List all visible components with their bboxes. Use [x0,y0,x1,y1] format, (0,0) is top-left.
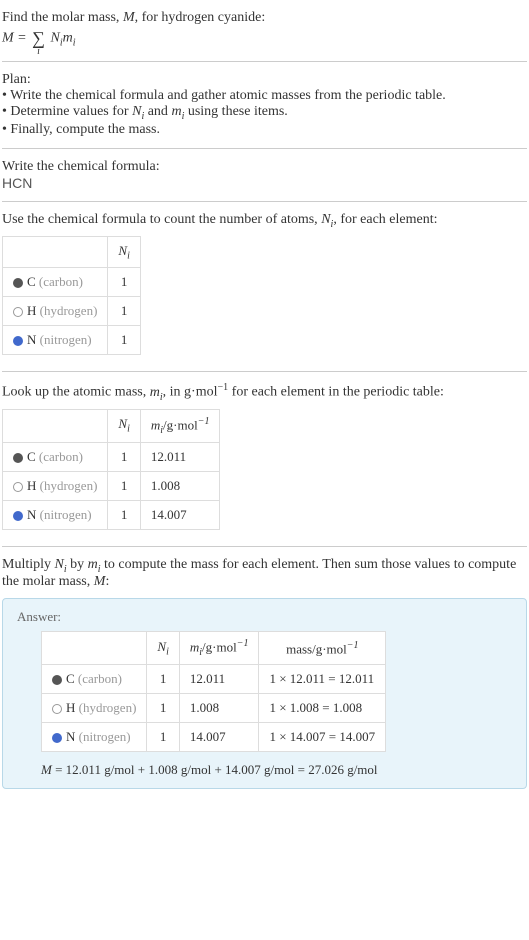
plan-item: Determine values for Ni and mi using the… [2,104,527,122]
carbon-dot-icon [13,278,23,288]
hydrogen-dot-icon [13,307,23,317]
m-value: 14.007 [140,500,220,529]
mass-value: 1 × 1.008 = 1.008 [259,694,386,723]
formula-m: m [63,31,73,46]
molar-mass-formula: M = ∑i Nimi [2,28,527,49]
formula-N: N [50,31,59,46]
formula-M: M [2,31,14,46]
step3-section: Look up the atomic mass, mi, in g·mol−1 … [2,376,527,541]
carbon-dot-icon [13,453,23,463]
nitrogen-dot-icon [13,511,23,521]
element-cell: C (carbon) [42,665,147,694]
header-N: Ni [108,236,140,268]
sum-sub: i [37,46,40,57]
plan-section: Plan: Write the chemical formula and gat… [2,66,527,144]
header-N: Ni [108,409,140,442]
sigma-icon: ∑ [32,28,45,48]
N-value: 1 [147,723,179,752]
mass-value: 1 × 12.011 = 12.011 [259,665,386,694]
element-cell: N (nitrogen) [42,723,147,752]
divider [2,61,527,62]
N-value: 1 [108,326,140,355]
plan-title: Plan: [2,72,527,88]
intro-text: Find the molar mass, [2,10,123,25]
step4-text: Multiply Ni by mi to compute the mass fo… [2,557,527,591]
element-cell: N (nitrogen) [3,326,108,355]
step3-text: Look up the atomic mass, mi, in g·mol−1 … [2,382,527,402]
m-value: 1.008 [140,471,220,500]
divider [2,148,527,149]
table-row: C (carbon) 1 [3,268,141,297]
table-header-row: Ni mi/g·mol−1 [3,409,220,442]
empty-header [3,409,108,442]
hydrogen-dot-icon [13,482,23,492]
step2-text: Use the chemical formula to count the nu… [2,212,527,230]
empty-header [3,236,108,268]
table-row: N (nitrogen) 1 [3,326,141,355]
N-value: 1 [108,442,140,471]
N-value: 1 [108,500,140,529]
element-cell: H (hydrogen) [42,694,147,723]
divider [2,546,527,547]
table-row: C (carbon) 1 12.011 [3,442,220,471]
step1-title: Write the chemical formula: [2,159,527,175]
intro-text-end: , for hydrogen cyanide: [135,10,266,25]
atomic-mass-table: Ni mi/g·mol−1 C (carbon) 1 12.011 H (hyd… [2,409,220,530]
mass-value: 1 × 14.007 = 14.007 [259,723,386,752]
header-m: mi/g·mol−1 [179,632,259,665]
intro-var-M: M [123,10,135,25]
divider [2,371,527,372]
answer-box: Answer: Ni mi/g·mol−1 mass/g·mol−1 C (ca… [2,598,527,789]
N-value: 1 [147,665,179,694]
N-value: 1 [147,694,179,723]
table-row: H (hydrogen) 1 1.008 1 × 1.008 = 1.008 [42,694,386,723]
header-N: Ni [147,632,179,665]
final-formula: M = 12.011 g/mol + 1.008 g/mol + 14.007 … [41,762,512,778]
element-cell: H (hydrogen) [3,297,108,326]
N-value: 1 [108,471,140,500]
intro-section: Find the molar mass, M, for hydrogen cya… [2,4,527,57]
carbon-dot-icon [52,675,62,685]
divider [2,201,527,202]
m-value: 14.007 [179,723,259,752]
table-row: C (carbon) 1 12.011 1 × 12.011 = 12.011 [42,665,386,694]
plan-list: Write the chemical formula and gather at… [2,88,527,138]
element-cell: C (carbon) [3,268,108,297]
empty-header [42,632,147,665]
formula-eq: = [14,31,30,46]
m-value: 12.011 [179,665,259,694]
table-row: N (nitrogen) 1 14.007 1 × 14.007 = 14.00… [42,723,386,752]
step4-section: Multiply Ni by mi to compute the mass fo… [2,551,527,804]
step2-section: Use the chemical formula to count the nu… [2,206,527,367]
formula-m-sub: i [73,38,76,49]
table-row: N (nitrogen) 1 14.007 [3,500,220,529]
table-header-row: Ni [3,236,141,268]
plan-item: Write the chemical formula and gather at… [2,88,527,104]
m-value: 1.008 [179,694,259,723]
header-m: mi/g·mol−1 [140,409,220,442]
plan-item: Finally, compute the mass. [2,122,527,138]
nitrogen-dot-icon [13,336,23,346]
sum-symbol: ∑i [32,28,45,49]
hydrogen-dot-icon [52,704,62,714]
N-value: 1 [108,297,140,326]
answer-label: Answer: [17,609,512,625]
table-row: H (hydrogen) 1 [3,297,141,326]
element-cell: H (hydrogen) [3,471,108,500]
table-header-row: Ni mi/g·mol−1 mass/g·mol−1 [42,632,386,665]
element-cell: C (carbon) [3,442,108,471]
chemical-formula: HCN [2,175,527,191]
step1-section: Write the chemical formula: HCN [2,153,527,197]
N-value: 1 [108,268,140,297]
nitrogen-dot-icon [52,733,62,743]
answer-table: Ni mi/g·mol−1 mass/g·mol−1 C (carbon) 1 … [41,631,386,752]
m-value: 12.011 [140,442,220,471]
table-row: H (hydrogen) 1 1.008 [3,471,220,500]
element-cell: N (nitrogen) [3,500,108,529]
atom-count-table: Ni C (carbon) 1 H (hydrogen) 1 N (nitrog… [2,236,141,356]
header-mass: mass/g·mol−1 [259,632,386,665]
